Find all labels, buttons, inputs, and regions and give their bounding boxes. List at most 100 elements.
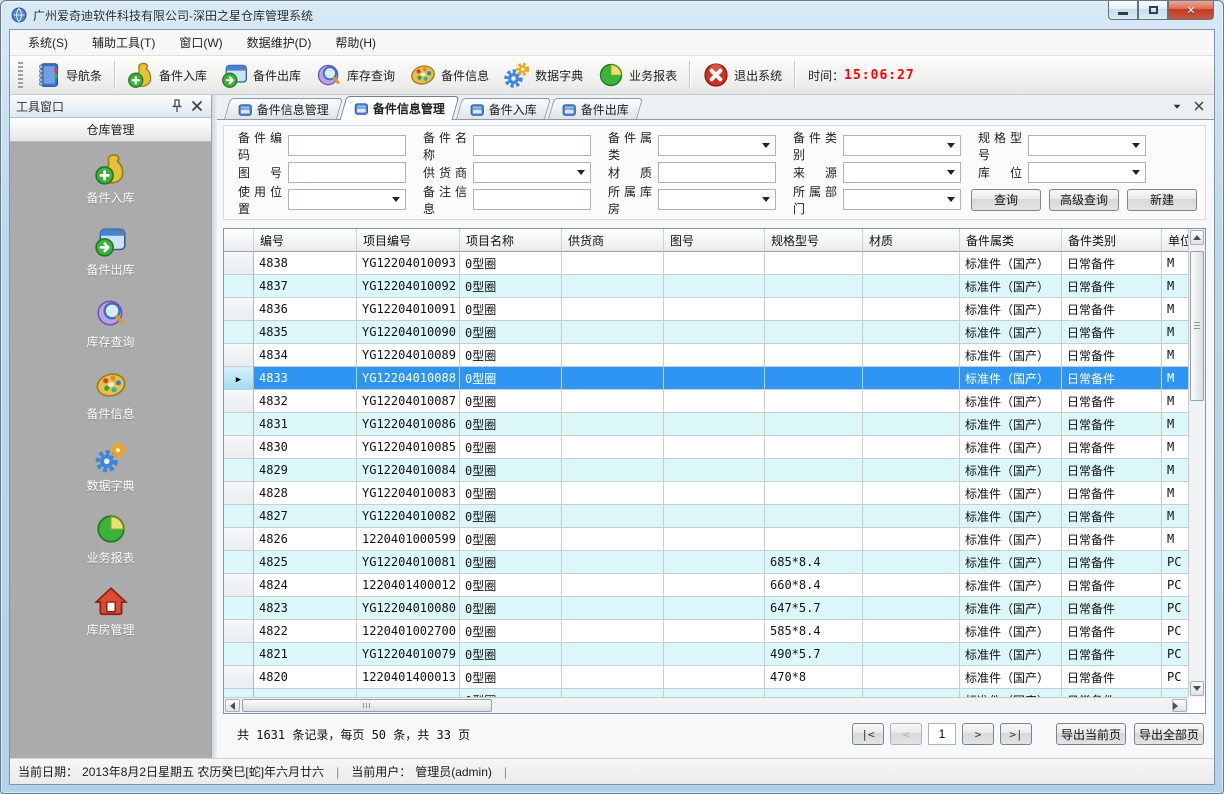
table-cell[interactable]: [765, 344, 863, 367]
vertical-scrollbar[interactable]: [1188, 229, 1205, 697]
table-cell[interactable]: 0型圈: [460, 689, 562, 697]
menu-item-assist-tools[interactable]: 辅助工具(T): [80, 30, 167, 55]
table-cell[interactable]: YG12204010089: [357, 344, 460, 367]
row-selector-cell[interactable]: [224, 436, 254, 459]
table-cell[interactable]: 4825: [254, 551, 357, 574]
table-cell[interactable]: 470*8: [765, 666, 863, 689]
sidebar-item-business-report[interactable]: 业务报表: [10, 512, 211, 566]
table-cell[interactable]: 4836: [254, 298, 357, 321]
table-cell[interactable]: 0型圈: [460, 666, 562, 689]
table-cell[interactable]: YG12204010080: [357, 597, 460, 620]
table-row[interactable]: 4825YG122040100810型圈685*8.4标准件（国产）日常备件PC: [224, 551, 1188, 574]
table-cell[interactable]: 0型圈: [460, 459, 562, 482]
menu-item-system[interactable]: 系统(S): [16, 30, 80, 55]
table-row[interactable]: 4835YG122040100900型圈标准件（国产）日常备件M: [224, 321, 1188, 344]
tab-stock-in[interactable]: 备件入库: [456, 98, 551, 119]
table-cell[interactable]: YG12204010079: [357, 643, 460, 666]
menu-item-window[interactable]: 窗口(W): [167, 30, 234, 55]
table-cell[interactable]: 标准件（国产）: [960, 275, 1062, 298]
close-button[interactable]: ✕: [1168, 1, 1214, 20]
pin-icon[interactable]: [169, 98, 185, 114]
table-cell[interactable]: 1220401000599: [357, 528, 460, 551]
row-selector-cell[interactable]: [224, 298, 254, 321]
table-cell[interactable]: 4824: [254, 574, 357, 597]
export-current-page-button[interactable]: 导出当前页: [1056, 723, 1126, 745]
table-cell[interactable]: 标准件（国产）: [960, 413, 1062, 436]
table-cell[interactable]: 日常备件: [1062, 551, 1162, 574]
table-cell[interactable]: [562, 344, 664, 367]
toolbar-button-stock-out[interactable]: 备件出库: [214, 57, 308, 93]
table-cell[interactable]: YG12204010093: [357, 252, 460, 275]
last-page-button[interactable]: >|: [1000, 723, 1032, 745]
page-number-input[interactable]: [928, 723, 956, 745]
new-button[interactable]: 新建: [1127, 189, 1197, 211]
table-cell[interactable]: [863, 298, 960, 321]
table-cell[interactable]: PC: [1162, 666, 1188, 689]
first-page-button[interactable]: |<: [852, 723, 884, 745]
table-cell[interactable]: [562, 459, 664, 482]
table-cell[interactable]: [562, 436, 664, 459]
table-row[interactable]: 4821YG122040100790型圈490*5.7标准件（国产）日常备件PC: [224, 643, 1188, 666]
table-cell[interactable]: 0型圈: [460, 643, 562, 666]
toolbar-button-data-dictionary[interactable]: 数据字典: [496, 57, 590, 93]
table-cell[interactable]: YG12204010091: [357, 298, 460, 321]
table-row[interactable]: 4823YG122040100800型圈647*5.7标准件（国产）日常备件PC: [224, 597, 1188, 620]
table-cell[interactable]: 0型圈: [460, 367, 562, 390]
table-cell[interactable]: 1220401002700: [357, 620, 460, 643]
table-cell[interactable]: [863, 620, 960, 643]
column-header[interactable]: 项目编号: [357, 229, 460, 252]
table-cell[interactable]: [664, 390, 765, 413]
table-cell[interactable]: YG12204010086: [357, 413, 460, 436]
table-row[interactable]: 4836YG122040100910型圈标准件（国产）日常备件M: [224, 298, 1188, 321]
table-cell[interactable]: 日常备件: [1062, 275, 1162, 298]
row-selector-cell[interactable]: [224, 252, 254, 275]
use-position-select[interactable]: [288, 189, 406, 210]
table-cell[interactable]: 标准件（国产）: [960, 643, 1062, 666]
table-cell[interactable]: 647*5.7: [765, 597, 863, 620]
table-cell[interactable]: [664, 689, 765, 697]
row-selector-cell[interactable]: [224, 528, 254, 551]
toolbar-button-exit[interactable]: 退出系统: [695, 57, 789, 93]
drawing-no-input[interactable]: [288, 162, 406, 183]
table-cell[interactable]: [765, 275, 863, 298]
table-row[interactable]: 4838YG122040100930型圈标准件（国产）日常备件M: [224, 252, 1188, 275]
table-row[interactable]: 4828YG122040100830型圈标准件（国产）日常备件M: [224, 482, 1188, 505]
row-selector-cell[interactable]: [224, 482, 254, 505]
table-cell[interactable]: [664, 505, 765, 528]
row-selector-cell[interactable]: [224, 459, 254, 482]
table-cell[interactable]: M: [1162, 344, 1188, 367]
table-cell[interactable]: M: [1162, 298, 1188, 321]
table-cell[interactable]: [1162, 689, 1188, 697]
table-cell[interactable]: 4837: [254, 275, 357, 298]
table-cell[interactable]: 585*8.4: [765, 620, 863, 643]
table-cell[interactable]: M: [1162, 413, 1188, 436]
row-selector-cell[interactable]: [224, 643, 254, 666]
column-header[interactable]: 规格型号: [765, 229, 863, 252]
table-cell[interactable]: 4830: [254, 436, 357, 459]
table-cell[interactable]: [765, 689, 863, 697]
part-name-input[interactable]: [473, 135, 591, 156]
table-cell[interactable]: [765, 367, 863, 390]
table-cell[interactable]: 日常备件: [1062, 643, 1162, 666]
close-icon[interactable]: [1192, 99, 1206, 113]
table-cell[interactable]: [863, 367, 960, 390]
horizontal-scroll-thumb[interactable]: [242, 699, 492, 712]
table-cell[interactable]: 标准件（国产）: [960, 528, 1062, 551]
table-row[interactable]: 4832YG122040100870型圈标准件（国产）日常备件M: [224, 390, 1188, 413]
table-cell[interactable]: [863, 482, 960, 505]
table-cell[interactable]: [863, 505, 960, 528]
table-cell[interactable]: [765, 252, 863, 275]
table-cell[interactable]: [254, 689, 357, 697]
table-cell[interactable]: 标准件（国产）: [960, 666, 1062, 689]
table-row[interactable]: 0型圈标准件（国产）日常备件: [224, 689, 1188, 697]
table-cell[interactable]: [863, 551, 960, 574]
table-cell[interactable]: M: [1162, 528, 1188, 551]
table-cell[interactable]: YG12204010087: [357, 390, 460, 413]
table-cell[interactable]: [562, 275, 664, 298]
toolbar-button-navigator[interactable]: 导航条: [27, 57, 109, 93]
table-cell[interactable]: [863, 528, 960, 551]
table-cell[interactable]: [863, 321, 960, 344]
table-cell[interactable]: 日常备件: [1062, 321, 1162, 344]
table-cell[interactable]: 0型圈: [460, 436, 562, 459]
table-cell[interactable]: 4826: [254, 528, 357, 551]
